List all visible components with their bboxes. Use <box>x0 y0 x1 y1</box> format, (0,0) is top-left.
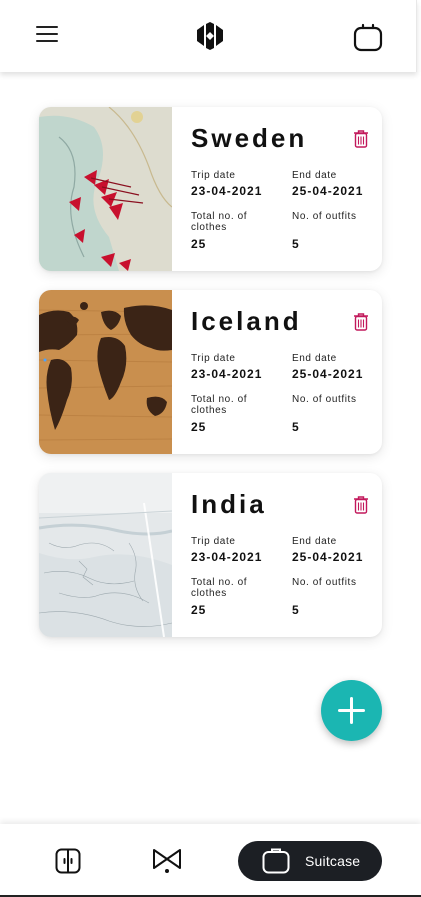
outfits-label: No. of outfits <box>292 577 357 588</box>
end-date-label: End date <box>292 170 337 181</box>
trip-date-label: Trip date <box>191 353 236 364</box>
trip-country-name: Iceland <box>191 306 302 336</box>
nav-item-suitcase[interactable]: Suitcase <box>238 841 382 881</box>
nav-item-label: Suitcase <box>305 853 361 869</box>
end-date-value: 25-04-2021 <box>292 184 364 198</box>
suitcase-icon[interactable] <box>353 22 383 52</box>
trip-image-wooden-world-map <box>39 290 172 454</box>
trip-image-paper-map <box>39 473 172 637</box>
suitcase-icon <box>262 848 290 874</box>
end-date-label: End date <box>292 536 337 547</box>
trash-icon[interactable] <box>353 129 369 148</box>
outfits-label: No. of outfits <box>292 394 357 405</box>
trash-icon[interactable] <box>353 312 369 331</box>
outfits-value: 5 <box>292 603 300 617</box>
add-trip-button[interactable] <box>321 680 382 741</box>
total-clothes-label: Total no. of clothes <box>191 577 248 599</box>
trip-image-map-with-pins <box>39 107 172 271</box>
trip-date-value: 23-04-2021 <box>191 367 263 381</box>
trip-date-value: 23-04-2021 <box>191 550 263 564</box>
trip-date-value: 23-04-2021 <box>191 184 263 198</box>
total-clothes-label: Total no. of clothes <box>191 211 248 233</box>
trip-date-label: Trip date <box>191 536 236 547</box>
trip-card-india[interactable]: India Trip date 23-04-2021 End date 25-0… <box>39 473 382 637</box>
trip-country-name: India <box>191 489 267 519</box>
total-clothes-value: 25 <box>191 237 207 251</box>
outfits-label: No. of outfits <box>292 211 357 222</box>
outfits-value: 5 <box>292 237 300 251</box>
trip-card-iceland[interactable]: Iceland Trip date 23-04-2021 End date 25… <box>39 290 382 454</box>
total-clothes-value: 25 <box>191 420 207 434</box>
wardrobe-icon[interactable] <box>55 848 81 879</box>
end-date-value: 25-04-2021 <box>292 367 364 381</box>
end-date-label: End date <box>292 353 337 364</box>
total-clothes-label: Total no. of clothes <box>191 394 248 416</box>
top-app-bar <box>0 0 417 72</box>
cube-logo-icon <box>195 22 225 50</box>
hanger-icon[interactable] <box>152 846 182 879</box>
trash-icon[interactable] <box>353 495 369 514</box>
total-clothes-value: 25 <box>191 603 207 617</box>
hamburger-menu-icon[interactable] <box>36 26 58 46</box>
bottom-navigation: Suitcase <box>0 824 421 897</box>
trip-country-name: Sweden <box>191 123 308 153</box>
outfits-value: 5 <box>292 420 300 434</box>
end-date-value: 25-04-2021 <box>292 550 364 564</box>
trip-date-label: Trip date <box>191 170 236 181</box>
trip-card-sweden[interactable]: Sweden Trip date 23-04-2021 End date 25-… <box>39 107 382 271</box>
